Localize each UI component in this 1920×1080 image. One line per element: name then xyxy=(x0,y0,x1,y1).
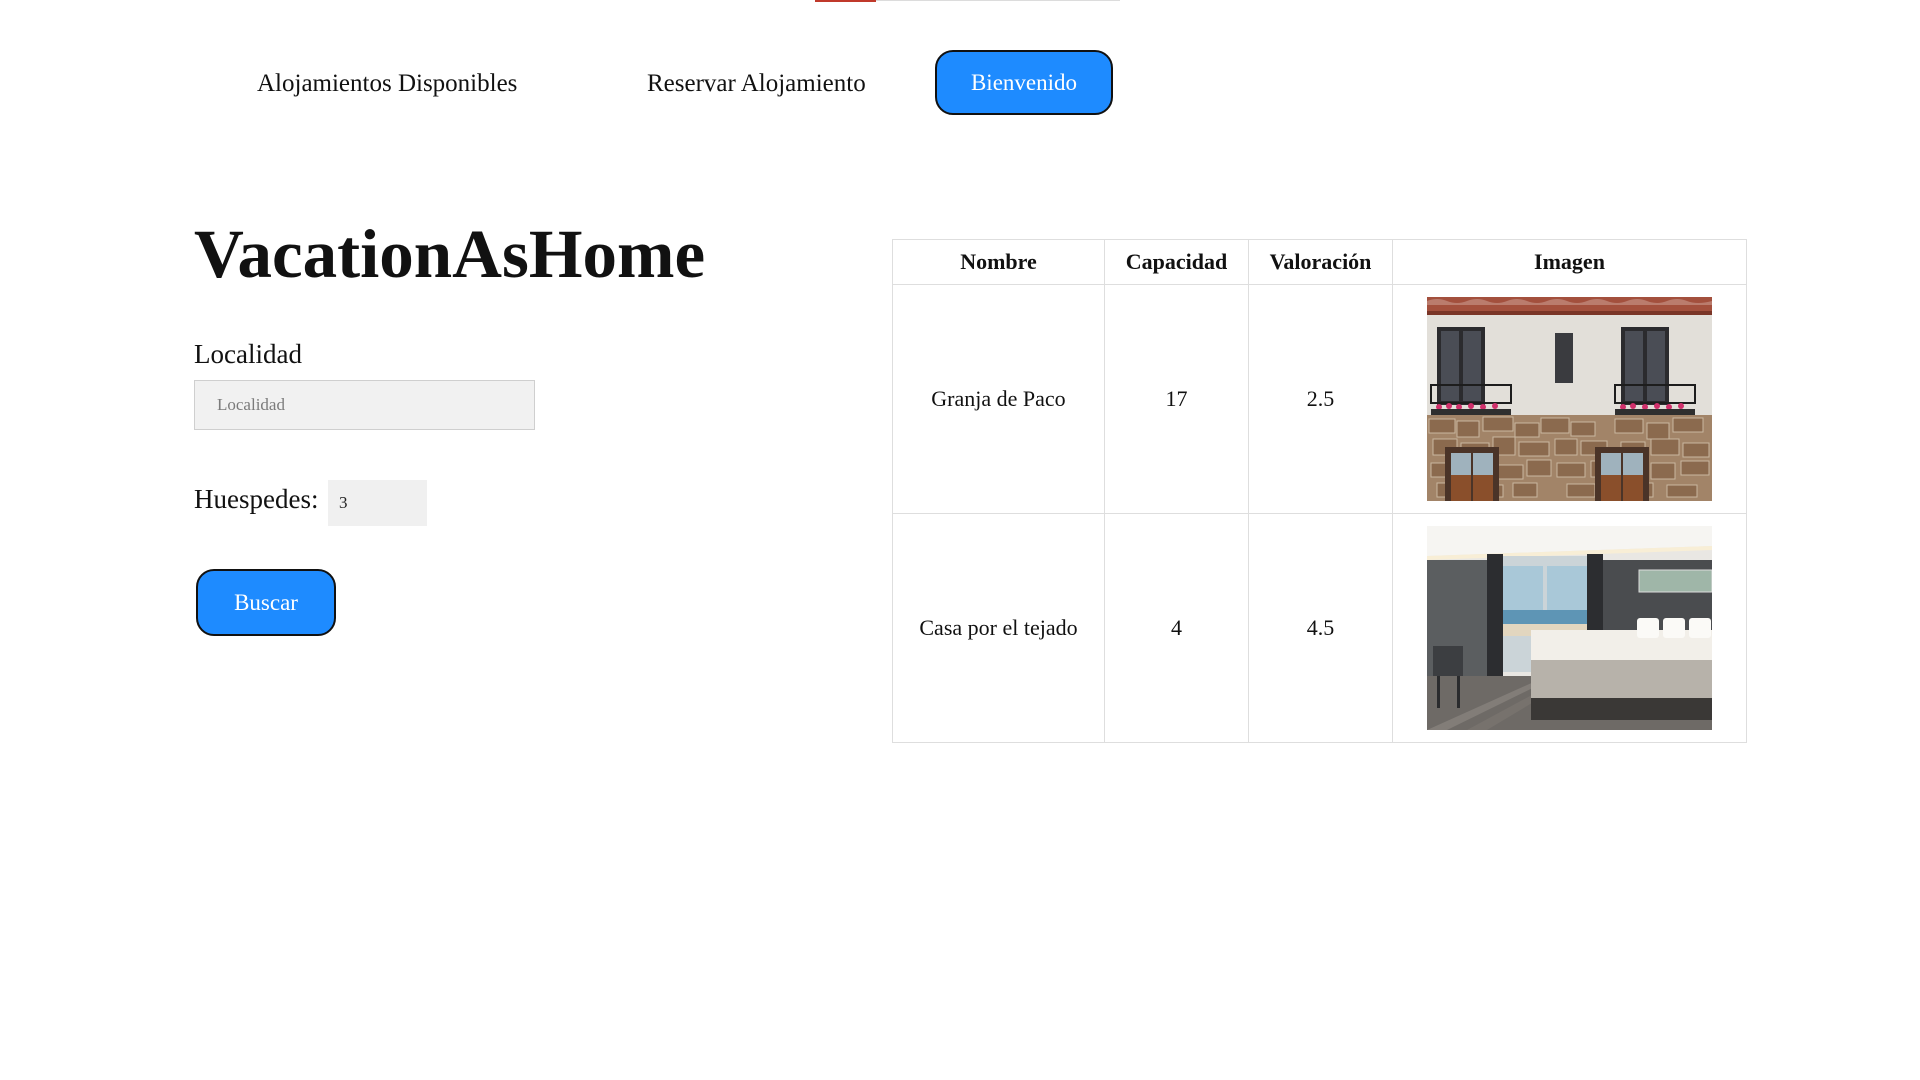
guests-input[interactable] xyxy=(328,480,427,526)
main-navigation: Alojamientos Disponibles Reservar Alojam… xyxy=(0,50,1920,117)
cell-nombre: Granja de Paco xyxy=(892,284,1105,514)
cell-capacidad: 17 xyxy=(1104,284,1249,514)
cell-imagen xyxy=(1392,284,1747,514)
accommodations-table: Nombre Capacidad Valoración Imagen Granj… xyxy=(892,239,1747,743)
column-header-capacidad: Capacidad xyxy=(1104,239,1249,285)
accommodation-photo-stone-house xyxy=(1427,297,1712,501)
location-label: Localidad xyxy=(194,339,302,369)
cell-valoracion: 4.5 xyxy=(1248,513,1393,743)
nav-link-reservar-alojamiento[interactable]: Reservar Alojamiento xyxy=(647,50,866,117)
table-row: Casa por el tejado 4 4.5 xyxy=(892,513,1747,743)
cell-valoracion: 2.5 xyxy=(1248,284,1393,514)
guests-label: Huespedes: xyxy=(194,484,319,514)
cell-capacidad: 4 xyxy=(1104,513,1249,743)
table-row: Granja de Paco 17 2.5 xyxy=(892,284,1747,514)
accommodation-photo-bedroom xyxy=(1427,526,1712,730)
cell-imagen xyxy=(1392,513,1747,743)
cell-nombre: Casa por el tejado xyxy=(892,513,1105,743)
search-button[interactable]: Buscar xyxy=(196,569,336,636)
nav-link-alojamientos-disponibles[interactable]: Alojamientos Disponibles xyxy=(257,50,517,117)
top-progress-indicator xyxy=(815,0,876,2)
page-title: VacationAsHome xyxy=(194,216,706,292)
table-header-row: Nombre Capacidad Valoración Imagen xyxy=(892,239,1747,285)
column-header-valoracion: Valoración xyxy=(1248,239,1393,285)
column-header-imagen: Imagen xyxy=(1392,239,1747,285)
location-input[interactable] xyxy=(194,380,535,430)
column-header-nombre: Nombre xyxy=(892,239,1105,285)
welcome-button[interactable]: Bienvenido xyxy=(935,50,1113,115)
